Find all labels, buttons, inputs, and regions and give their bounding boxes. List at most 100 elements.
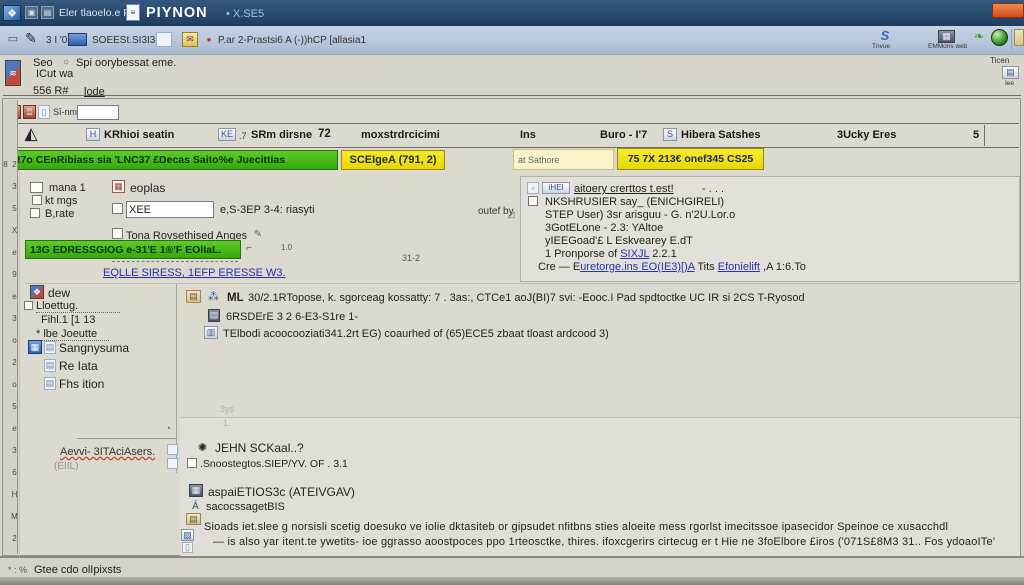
- swirl-icon[interactable]: S: [876, 28, 894, 43]
- lower-row-1[interactable]: JEHN SCKaal..?: [215, 441, 304, 455]
- menu-item-icut[interactable]: ICut wa: [36, 68, 73, 80]
- pale-yellow-field[interactable]: at Sathore: [513, 149, 614, 170]
- form-checkbox-2[interactable]: [112, 228, 123, 239]
- stamp-icon[interactable]: ≋: [5, 60, 21, 86]
- yellow-badge[interactable]: SCEIgeA (791, 2): [341, 150, 445, 170]
- tree-item-joeutte[interactable]: * lbe Joeutte: [36, 328, 109, 341]
- handle-icon[interactable]: ⌐: [244, 241, 254, 256]
- result-row-2: 6RSDErE 3 2 6-E3-S1re 1-: [226, 311, 358, 323]
- carton-icon[interactable]: ▯: [38, 105, 50, 119]
- tree-checkbox-3[interactable]: [30, 208, 40, 218]
- lower-row-2[interactable]: .Snoostegtos.SIEP/YV. OF . 3.1: [200, 458, 348, 470]
- anchor-icon: ✎: [252, 228, 264, 240]
- green-highlight-row-2[interactable]: 13G EDRESSGIOG e-31'E 1®'F EOlIaL.: [25, 240, 241, 259]
- lower-row-3[interactable]: aspaiETIOS3c (ATEIVGAV): [208, 485, 355, 499]
- titlebar-tool1-icon[interactable]: ▣: [25, 6, 38, 19]
- app-icon: ❖: [3, 5, 21, 21]
- info-line-4: yIEEGoad'£ L Eskvearey E.dT: [545, 235, 693, 247]
- tab-underline: [3, 95, 1021, 96]
- info-link-euretorge[interactable]: uretorge.ins EO(IE3)[)A: [580, 261, 694, 273]
- a-bar-icon: Ā: [189, 500, 202, 513]
- tree-item-kt[interactable]: kt mgs: [45, 195, 77, 207]
- tree-checkbox-4[interactable]: [24, 301, 33, 310]
- green-highlight-row[interactable]: R7o CEnRibiass sia 'LNC37 £Decas Saito%e…: [8, 150, 338, 170]
- info-link-sixjl[interactable]: SIXJL: [620, 248, 649, 260]
- tree-item-brate[interactable]: B,rate: [45, 208, 74, 220]
- grid-icon: ▦: [112, 180, 125, 193]
- titlebar-tool2-icon[interactable]: ▤: [41, 6, 54, 19]
- result-row-3: TElbodi acoocooziati341.2rt EG) coaurhed…: [223, 328, 1013, 340]
- faint-label-2: 1.: [223, 418, 231, 428]
- toolbar-text-2[interactable]: SOEESt.SI3I31: [92, 35, 161, 46]
- tab-lode[interactable]: lode: [84, 86, 105, 98]
- tree-item-lloettug[interactable]: Lloettug.: [36, 300, 120, 313]
- gem-icon: ❖: [30, 285, 44, 299]
- column-header-7[interactable]: 3Ucky Eres: [837, 129, 896, 141]
- lower-checkbox[interactable]: [187, 458, 197, 468]
- people2-icon[interactable]: ♖: [23, 105, 36, 119]
- pin-icon[interactable]: ●: [203, 33, 215, 46]
- tree-item-sangnysuma[interactable]: Sangnysuma: [59, 341, 129, 355]
- toolbar-text-1[interactable]: 3 I '0: [46, 35, 67, 46]
- para-icon-1: ▤: [186, 513, 201, 525]
- column-header-2[interactable]: SRm dirsne: [251, 129, 312, 141]
- titlebar-tabs-label[interactable]: Eler tlaoelo.e Pr: [59, 7, 134, 19]
- column-header-3[interactable]: moxstrdrcicimi: [361, 129, 440, 141]
- pen-icon[interactable]: ✎: [22, 29, 40, 47]
- tree-item-reiata[interactable]: Re Iata: [59, 359, 98, 373]
- lightbox-icon[interactable]: [156, 32, 172, 47]
- title-bar: ❖ ▣ ▤ Eler tlaoelo.e Pr ≡ PIYNON • X.SE5: [0, 0, 1024, 26]
- column-header-1[interactable]: KRhioi seatin: [104, 129, 174, 141]
- leaf-icon[interactable]: ❧: [972, 28, 986, 43]
- form-link[interactable]: EQLLE SIRESS, 1EFP ERESSE W3.: [103, 267, 286, 279]
- form-field-suffix: e,S-3EP 3-4: riasyti: [220, 204, 390, 216]
- info-line-6: Cre — Euretorge.ins EO(IE3)[)A Tits Efon…: [538, 261, 1016, 273]
- tree-checkbox-2[interactable]: [32, 195, 42, 205]
- tree-item-dew[interactable]: dew: [48, 286, 70, 300]
- info-checkbox[interactable]: [528, 196, 538, 206]
- info-line-3: 3GotELone - 2.3: YAltoe: [545, 222, 663, 234]
- toolbar-text-3[interactable]: P.ar 2-Prastsi6 A (-))hCP [allasia1: [218, 35, 498, 46]
- paragraph-line-2: — is also yar itent.te ywetits- ioe ggra…: [213, 536, 1020, 548]
- window-tool-icon[interactable]: ▭: [6, 33, 20, 46]
- close-button[interactable]: [992, 3, 1024, 18]
- result-icon-1b: ⁂: [206, 289, 221, 303]
- sidebar-bottom-link[interactable]: Aevvi- 3ITAciAsers.: [60, 446, 155, 458]
- info-line-2: STEP User) 3sr arisguu - G. n'2U.Lor.o: [545, 209, 735, 221]
- mail-icon[interactable]: ✉: [182, 32, 198, 47]
- ihel-tag: iHEl: [542, 182, 570, 194]
- column-header-6[interactable]: Hibera Satshes: [681, 129, 760, 141]
- extensions-icon-label: EMMons web: [928, 43, 967, 50]
- info-link-efonielift[interactable]: Efonielift: [718, 261, 760, 273]
- vertical-tab-text: 2 3 5 X e 9 e 3 o 2 o 5 e 3 6 H M 2 8: [1, 160, 19, 554]
- tree-checkbox-1[interactable]: [30, 182, 43, 193]
- globe-icon[interactable]: [991, 29, 1008, 46]
- form-checkbox-1[interactable]: [112, 203, 123, 214]
- tree-item-mana[interactable]: mana 1: [49, 182, 86, 194]
- info-box-icon-1: ▫: [527, 182, 539, 194]
- corner-tool-icon[interactable]: ▤: [1002, 66, 1019, 79]
- window-title: PIYNON: [146, 5, 208, 21]
- column-header-5[interactable]: Buro - I'7: [600, 129, 647, 141]
- radio-icon[interactable]: ○: [60, 56, 72, 68]
- corner-label: Ticen: [990, 56, 1009, 65]
- status-text: Gtee cdo olIpixsts: [34, 564, 121, 576]
- form-field[interactable]: [126, 201, 214, 218]
- result-icon-1a: ▤: [186, 290, 201, 303]
- tree-item-fihl[interactable]: Fihl.1 [1 13: [41, 314, 95, 326]
- lower-row-4[interactable]: sacocssagetBIS: [206, 501, 285, 513]
- extensions-icon[interactable]: ▦: [938, 30, 955, 43]
- yellow-badge-2[interactable]: 75 7X 213€ onef345 CS25: [617, 148, 764, 170]
- orange-tool-icon[interactable]: [1014, 29, 1024, 46]
- column-header-8[interactable]: 5: [973, 129, 979, 141]
- info-line-5-pre: 1 Pronporse of: [545, 248, 620, 260]
- small-tool-icon-2[interactable]: [167, 458, 178, 469]
- small-tool-icon-1[interactable]: [167, 444, 178, 455]
- folder-icon[interactable]: [68, 33, 87, 46]
- menu-item-options[interactable]: Spi oorybessat eme.: [76, 57, 276, 69]
- swirl-icon-label: Tnvue: [872, 43, 890, 50]
- minibar-input[interactable]: [77, 105, 119, 120]
- tree-item-fhsition[interactable]: Fhs ition: [59, 377, 104, 391]
- column-header-4[interactable]: Ins: [520, 129, 536, 141]
- sidebar-divider: [77, 438, 176, 439]
